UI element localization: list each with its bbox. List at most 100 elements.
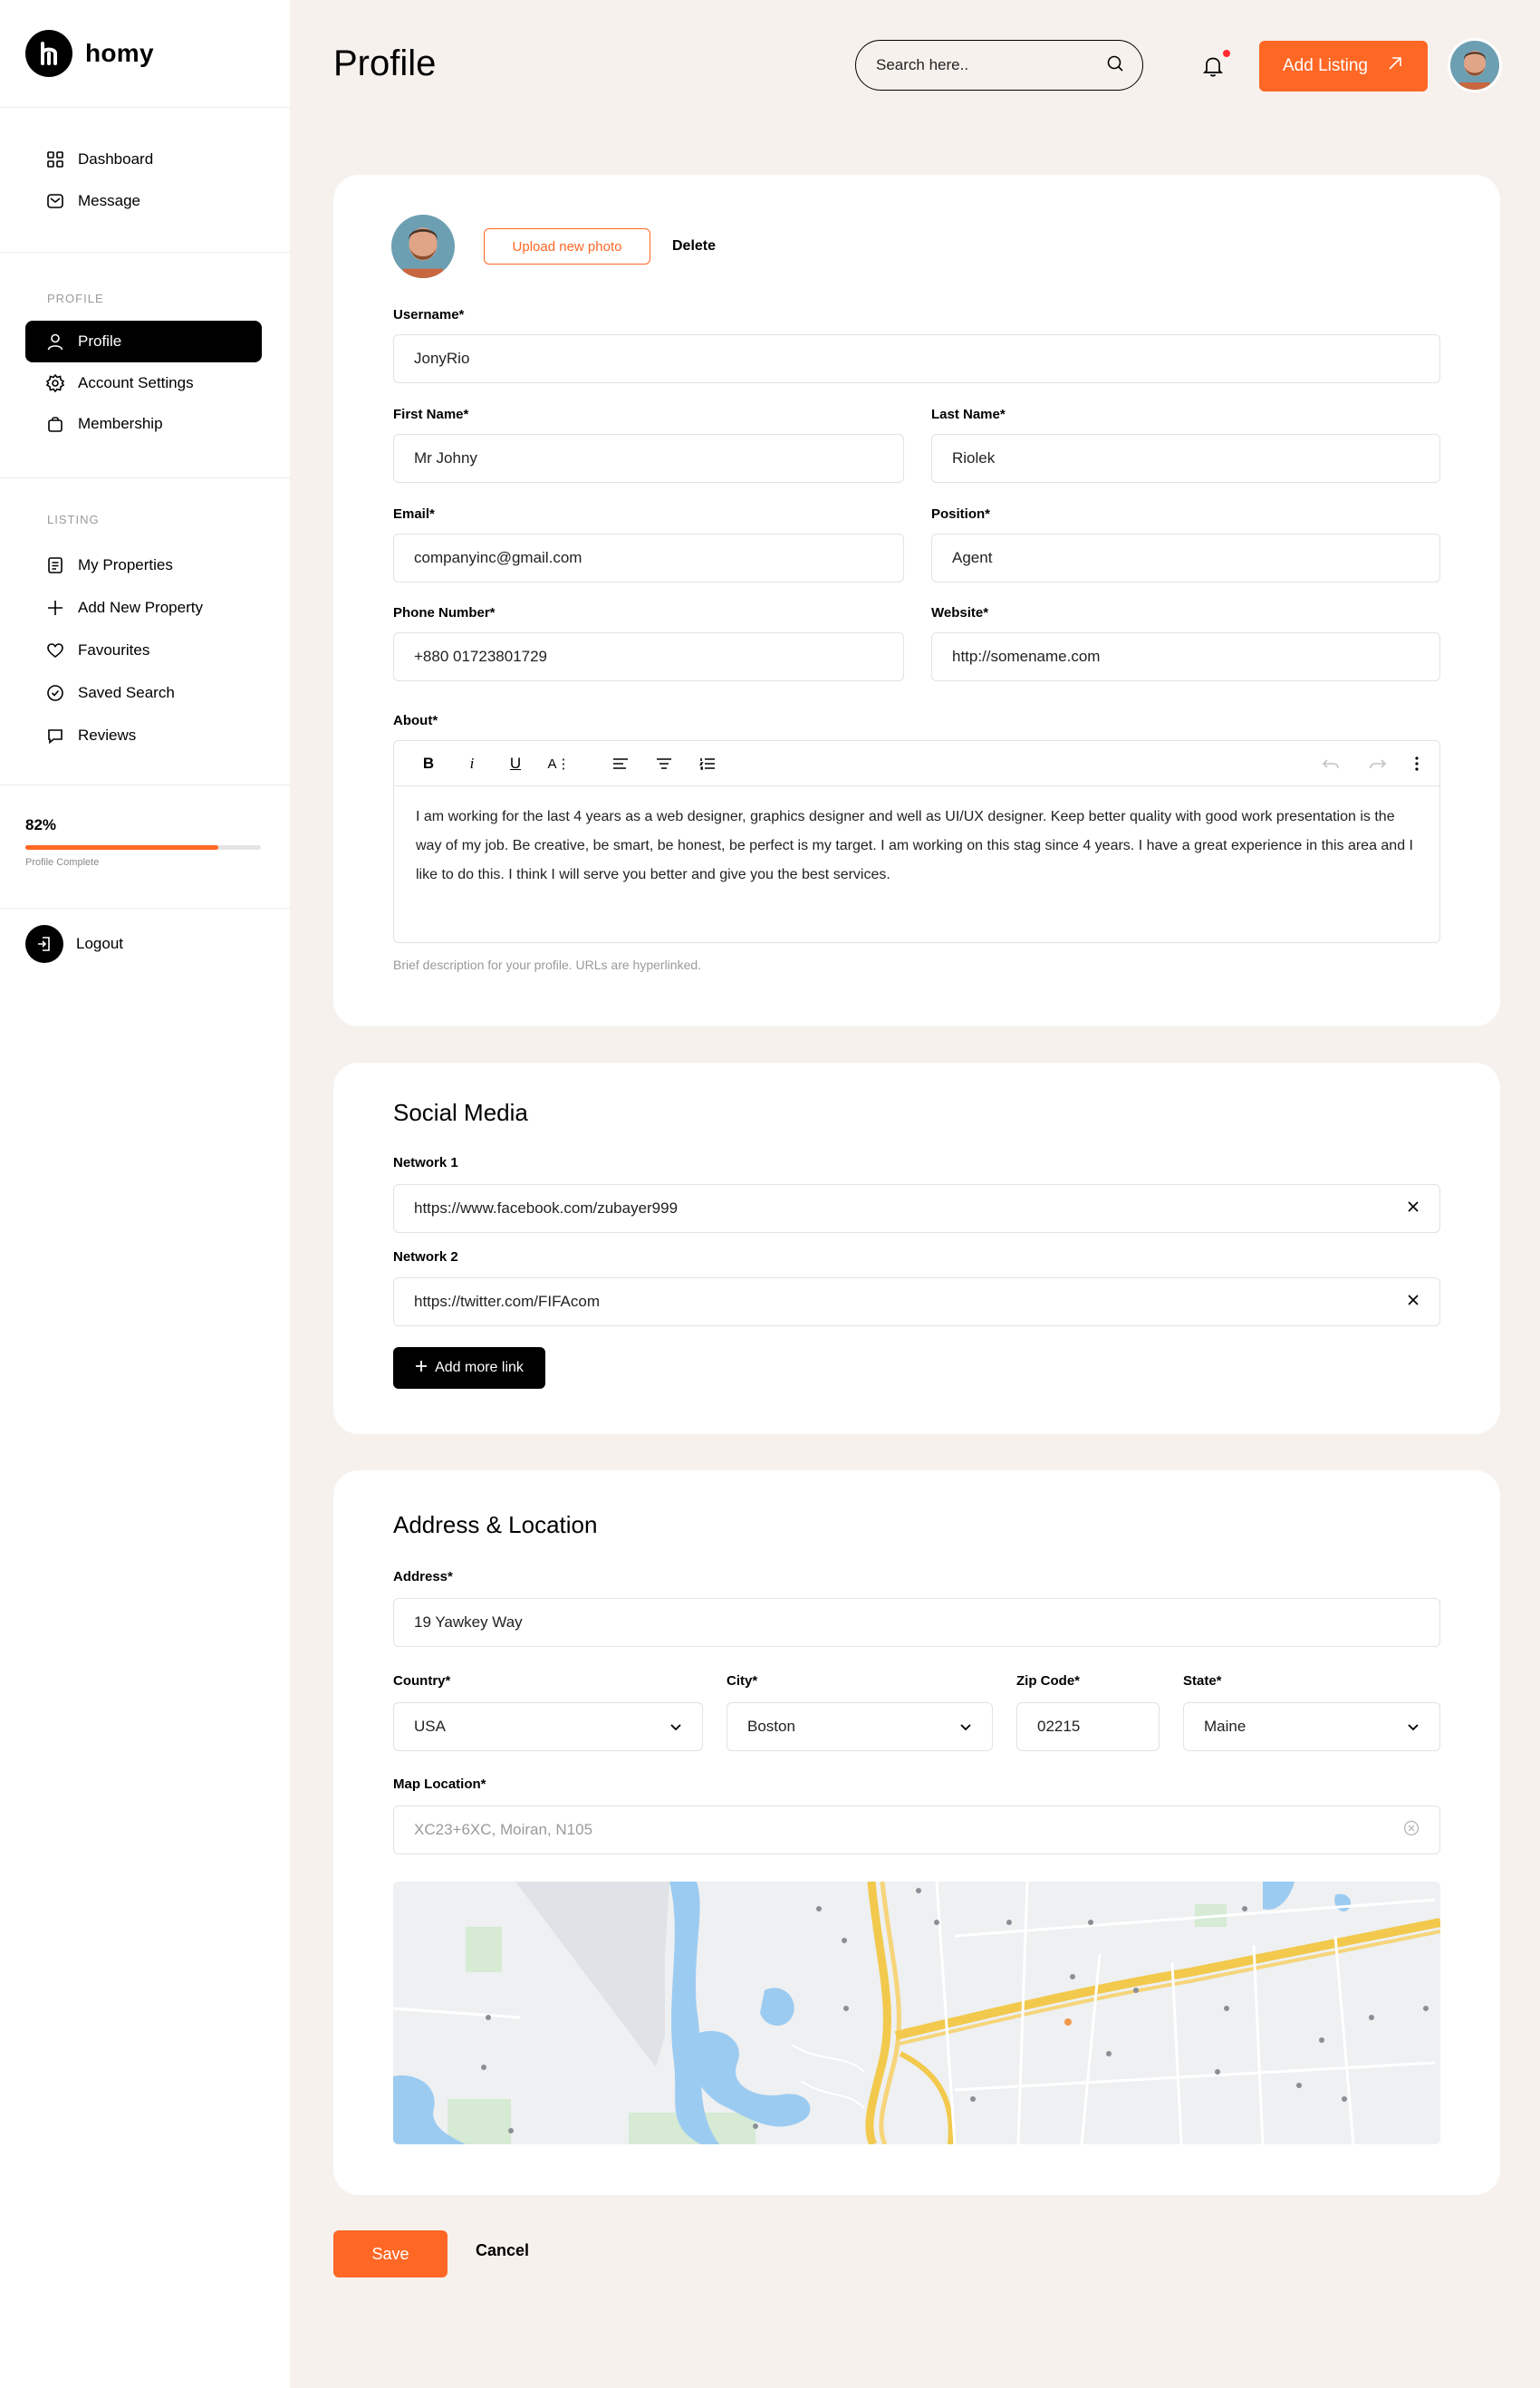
bell-icon[interactable]	[1199, 53, 1227, 80]
email-value: companyinc@gmail.com	[414, 549, 582, 566]
position-label: Position*	[931, 506, 991, 522]
state-label: State*	[1183, 1673, 1222, 1689]
gear-icon	[45, 373, 65, 393]
text-size-icon[interactable]: A⋮	[537, 750, 581, 777]
undo-icon[interactable]	[1309, 750, 1352, 777]
add-listing-button[interactable]: Add Listing	[1259, 41, 1428, 91]
brand-logo[interactable]: homy	[25, 30, 154, 77]
sidebar-item-saved-search[interactable]: Saved Search	[25, 672, 262, 714]
network2-value: https://twitter.com/FIFAcom	[414, 1293, 600, 1310]
sidebar-item-message[interactable]: Message	[25, 180, 262, 222]
ordered-list-icon[interactable]	[686, 750, 729, 777]
clear-icon[interactable]	[1403, 1820, 1420, 1841]
city-select[interactable]: Boston	[727, 1702, 993, 1751]
bold-icon[interactable]: B	[407, 750, 450, 777]
zip-field[interactable]: 02215	[1016, 1702, 1160, 1751]
phone-label: Phone Number*	[393, 605, 496, 621]
profile-photo	[391, 215, 455, 278]
underline-icon[interactable]: U	[494, 750, 537, 777]
sidebar-item-dashboard[interactable]: Dashboard	[25, 139, 262, 180]
network1-label: Network 1	[393, 1155, 458, 1170]
sidebar-item-account-settings[interactable]: Account Settings	[25, 362, 262, 404]
user-avatar[interactable]	[1448, 38, 1502, 92]
state-value: Maine	[1204, 1718, 1246, 1735]
italic-icon[interactable]: i	[450, 750, 494, 777]
search-input[interactable]: Search here..	[855, 40, 1143, 91]
about-hint: Brief description for your profile. URLs…	[393, 958, 702, 972]
city-value: Boston	[747, 1718, 795, 1735]
network1-value: https://www.facebook.com/zubayer999	[414, 1199, 679, 1217]
check-circle-icon	[45, 683, 65, 703]
more-icon[interactable]	[1403, 750, 1430, 777]
brand-name: homy	[85, 39, 154, 67]
save-button[interactable]: Save	[333, 2230, 448, 2277]
email-field[interactable]: companyinc@gmail.com	[393, 534, 904, 583]
website-field[interactable]: http://somename.com	[931, 632, 1440, 681]
upload-photo-button[interactable]: Upload new photo	[484, 228, 650, 265]
username-label: Username*	[393, 307, 465, 323]
location-map[interactable]	[393, 1882, 1440, 2144]
address-field[interactable]: 19 Yawkey Way	[393, 1598, 1440, 1647]
notification-dot	[1223, 50, 1230, 57]
username-field[interactable]: JonyRio	[393, 334, 1440, 383]
redo-icon[interactable]	[1356, 750, 1400, 777]
country-value: USA	[414, 1718, 446, 1735]
mail-icon	[45, 191, 65, 211]
position-field[interactable]: Agent	[931, 534, 1440, 583]
sidebar-item-label: Profile	[78, 332, 122, 350]
add-more-link-button[interactable]: Add more link	[393, 1347, 545, 1389]
align-left-icon[interactable]	[599, 750, 642, 777]
last-name-field[interactable]: Riolek	[931, 434, 1440, 483]
map-location-label: Map Location*	[393, 1777, 486, 1792]
chevron-down-icon	[1407, 1718, 1420, 1736]
sidebar-item-profile[interactable]: Profile	[25, 321, 262, 362]
last-name-value: Riolek	[952, 449, 996, 467]
close-icon[interactable]	[1407, 1293, 1420, 1311]
bag-icon	[45, 414, 65, 434]
add-listing-label: Add Listing	[1282, 56, 1368, 75]
map-location-field[interactable]: XC23+6XC, Moiran, N105	[393, 1805, 1440, 1854]
chat-icon	[45, 726, 65, 746]
plus-icon	[415, 1360, 428, 1377]
sidebar-item-membership[interactable]: Membership	[25, 403, 262, 445]
profile-progress-fill	[25, 845, 219, 850]
sidebar-divider	[0, 477, 290, 478]
sidebar-item-favourites[interactable]: Favourites	[25, 630, 262, 671]
delete-photo-button[interactable]: Delete	[672, 238, 716, 255]
close-icon[interactable]	[1407, 1199, 1420, 1218]
phone-field[interactable]: +880 01723801729	[393, 632, 904, 681]
sidebar-divider	[0, 107, 290, 108]
network2-field[interactable]: https://twitter.com/FIFAcom	[393, 1277, 1440, 1326]
address-card: Address & Location Address* 19 Yawkey Wa…	[333, 1470, 1500, 2195]
address-label: Address*	[393, 1569, 453, 1584]
sidebar-item-label: Membership	[78, 415, 163, 432]
city-label: City*	[727, 1673, 758, 1689]
sidebar: homy Dashboard Message PROFILE Profile A…	[0, 0, 290, 2388]
about-editor[interactable]: B i U A⋮ I am working for the last 4 yea…	[393, 740, 1440, 943]
sidebar-item-my-properties[interactable]: My Properties	[25, 544, 262, 586]
address-title: Address & Location	[393, 1511, 598, 1538]
cancel-button[interactable]: Cancel	[476, 2241, 529, 2260]
page-title: Profile	[333, 43, 437, 83]
country-select[interactable]: USA	[393, 1702, 703, 1751]
editor-toolbar: B i U A⋮	[394, 741, 1439, 786]
user-icon	[45, 332, 65, 351]
zip-value: 02215	[1037, 1718, 1081, 1735]
logo-icon	[25, 30, 72, 77]
sidebar-item-label: My Properties	[78, 556, 173, 573]
sidebar-item-add-new-property[interactable]: Add New Property	[25, 587, 262, 629]
search-icon	[1106, 54, 1124, 77]
search-placeholder: Search here..	[876, 56, 969, 73]
sidebar-item-reviews[interactable]: Reviews	[25, 715, 262, 756]
align-center-icon[interactable]	[642, 750, 686, 777]
phone-value: +880 01723801729	[414, 648, 548, 665]
username-value: JonyRio	[414, 350, 470, 367]
sidebar-item-label: Dashboard	[78, 150, 154, 168]
network1-field[interactable]: https://www.facebook.com/zubayer999	[393, 1184, 1440, 1233]
state-select[interactable]: Maine	[1183, 1702, 1440, 1751]
sidebar-item-label: Reviews	[78, 727, 137, 744]
first-name-field[interactable]: Mr Johny	[393, 434, 904, 483]
profile-progress-label: Profile Complete	[25, 857, 100, 868]
logout-button[interactable]: Logout	[25, 925, 123, 963]
profile-progress-percent: 82%	[25, 816, 57, 833]
